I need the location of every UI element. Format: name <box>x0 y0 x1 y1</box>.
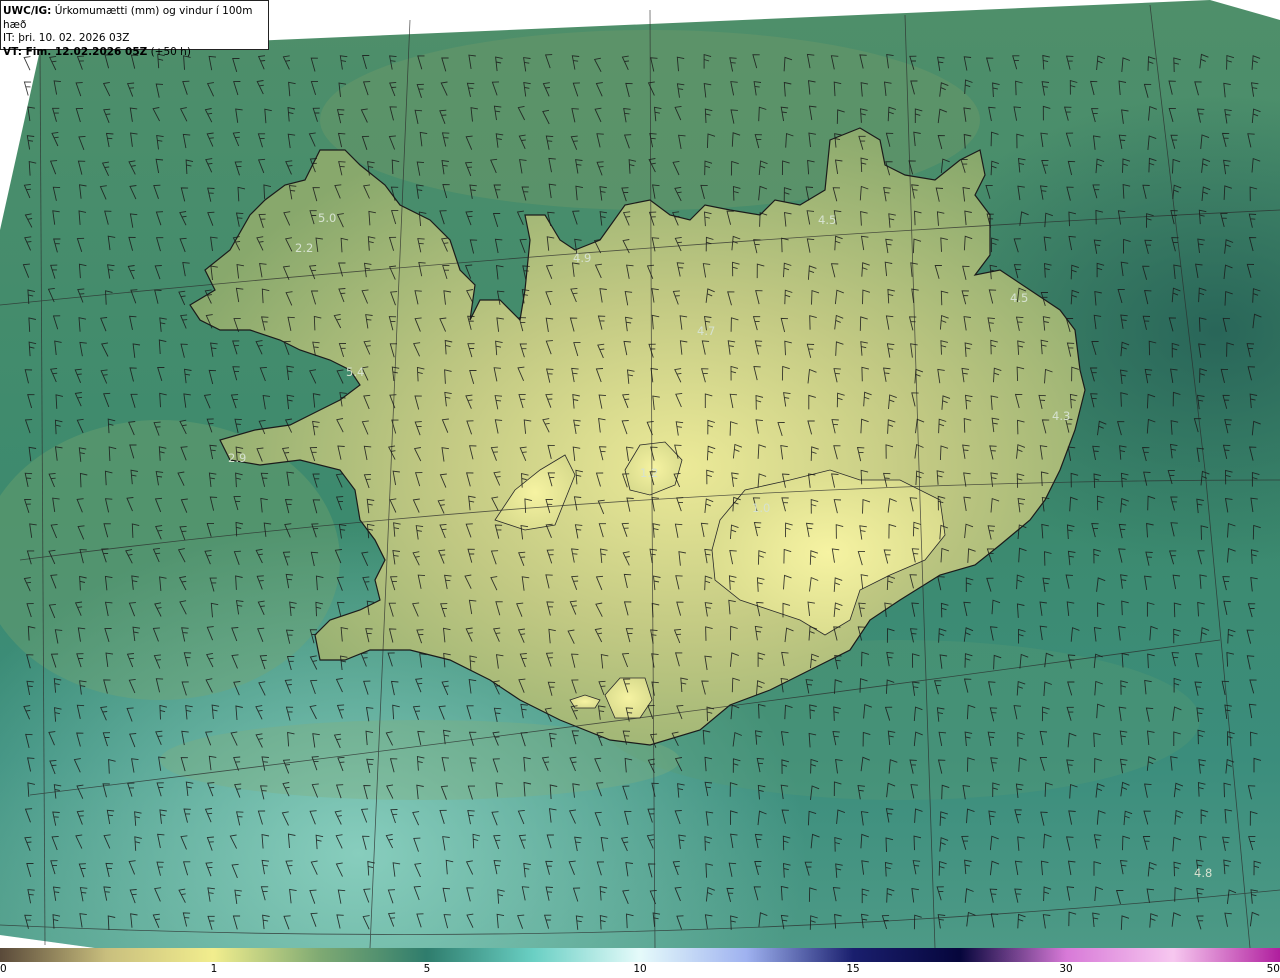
colorbar-tick: 1 <box>210 963 218 975</box>
map-header: UWC/IG: Úrkomumætti (mm) og vindur í 100… <box>0 0 269 58</box>
station-value: 4.9 <box>573 251 591 265</box>
colorbar-tick: 30 <box>1059 963 1073 975</box>
station-value: 4.5 <box>818 213 836 227</box>
station-value: 5.4 <box>346 365 364 379</box>
valid-time: VT: Fim. 12.02.2026 05Z (+50 h) <box>3 45 191 58</box>
station-value: 2.2 <box>295 241 313 255</box>
colorbar-ticks: 0 1 5 10 15 30 50 <box>0 962 1280 978</box>
station-value: 4.3 <box>1052 409 1070 423</box>
station-value: 2.9 <box>228 451 246 465</box>
init-time: IT: þri. 10. 02. 2026 03Z <box>3 32 130 44</box>
colorbar-tick: 10 <box>633 963 647 975</box>
colorbar-tick: 5 <box>423 963 431 975</box>
precipitation-wind-map: 5.0 2.2 4.9 4.5 4.5 4.7 5.4 2.9 4.3 1.2 … <box>0 0 1280 948</box>
station-value: 5.0 <box>318 211 336 225</box>
station-value: 4.8 <box>1194 866 1212 880</box>
colorbar <box>0 948 1280 962</box>
station-value: 1.0 <box>752 501 770 515</box>
station-value: 1.2 <box>640 466 658 480</box>
colorbar-tick: 50 <box>1266 963 1280 975</box>
colorbar-tick: 0 <box>0 963 7 975</box>
product-title: UWC/IG: Úrkomumætti (mm) og vindur í 100… <box>3 5 253 31</box>
station-value: 4.7 <box>697 324 715 338</box>
colorbar-tick: 15 <box>846 963 860 975</box>
station-value: 4.5 <box>1010 291 1028 305</box>
